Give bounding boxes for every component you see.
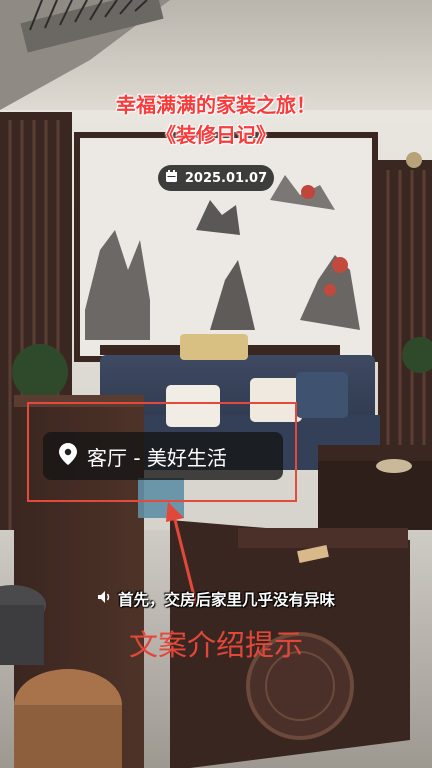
copy-hint-text: 文案介绍提示 (128, 628, 303, 662)
title-block: 幸福满满的家装之旅！ 《装修日记》 (0, 90, 432, 150)
location-text: 客厅 - 美好生活 (87, 445, 227, 470)
calendar-icon (165, 169, 178, 187)
title-line-2: 《装修日记》 (156, 123, 276, 147)
speaker-icon (97, 590, 113, 608)
date-text: 2025.01.07 (184, 170, 268, 186)
date-badge: 2025.01.07 (158, 165, 274, 191)
subtitle-text: 首先，交房后家里几乎没有异味 (117, 591, 335, 609)
title-line-1: 幸福满满的家装之旅！ (116, 93, 316, 117)
location-pin-icon (59, 443, 77, 469)
location-highlight-box: 客厅 - 美好生活 (27, 402, 297, 502)
subtitle-caption: 首先，交房后家里几乎没有异味 (0, 588, 432, 610)
location-badge[interactable]: 客厅 - 美好生活 (43, 432, 283, 480)
